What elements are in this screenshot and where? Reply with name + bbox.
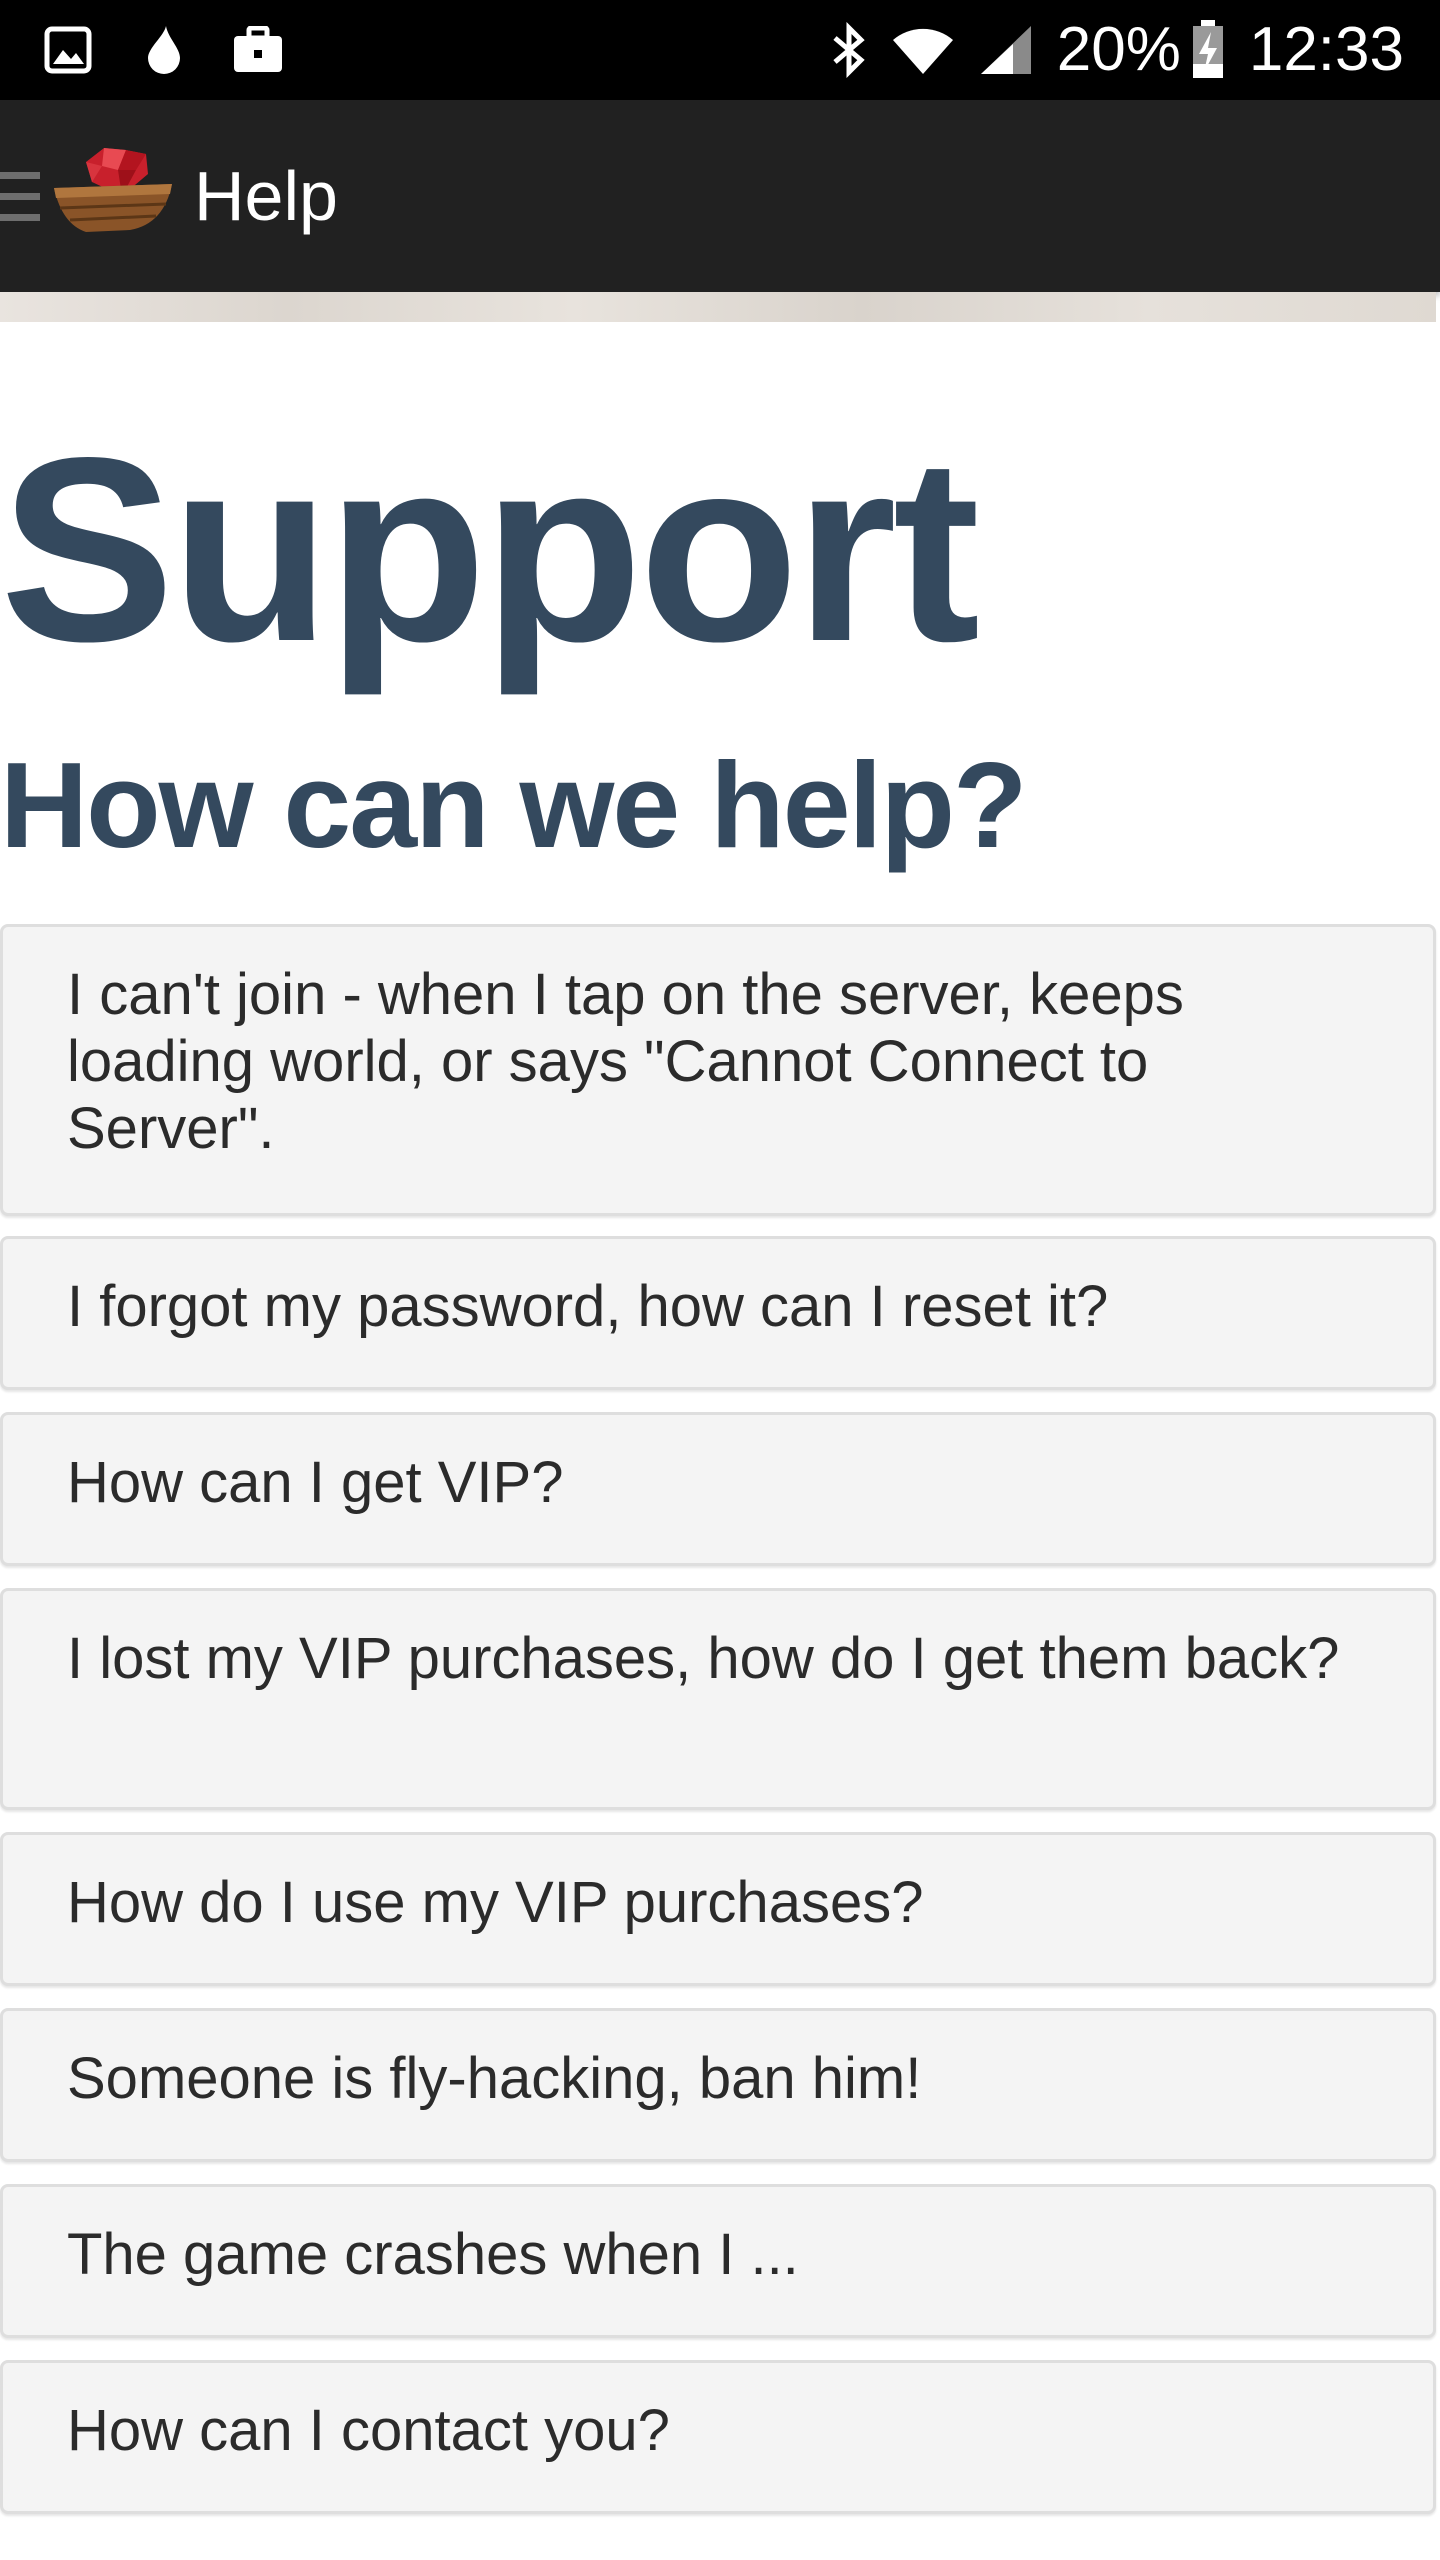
- status-right-group: 20% 12:33: [831, 0, 1404, 100]
- drop-icon: [138, 24, 190, 76]
- battery-charging-icon: [1191, 20, 1225, 80]
- faq-item-contact[interactable]: How can I contact you?: [0, 2360, 1436, 2514]
- faq-item-cannot-join[interactable]: I can't join - when I tap on the server,…: [0, 924, 1436, 1216]
- faq-item-forgot-password[interactable]: I forgot my password, how can I reset it…: [0, 1236, 1436, 1390]
- bluetooth-icon: [831, 22, 867, 78]
- briefcase-icon: [232, 24, 284, 76]
- faq-question: How can I get VIP?: [67, 1450, 564, 1515]
- faq-item-use-vip[interactable]: How do I use my VIP purchases?: [0, 1832, 1436, 1986]
- battery-percent: 20%: [1056, 15, 1181, 84]
- faq-question: How can I contact you?: [67, 2398, 670, 2463]
- wifi-icon: [891, 24, 955, 76]
- faq-item-lost-vip[interactable]: I lost my VIP purchases, how do I get th…: [0, 1588, 1436, 1810]
- faq-item-game-crashes[interactable]: The game crashes when I ...: [0, 2184, 1436, 2338]
- faq-item-get-vip[interactable]: How can I get VIP?: [0, 1412, 1436, 1566]
- app-bar: Help: [0, 100, 1440, 292]
- page-subtitle: How can we help?: [0, 737, 1027, 873]
- faq-item-fly-hacking[interactable]: Someone is fly-hacking, ban him!: [0, 2008, 1436, 2162]
- signal-icon: [979, 24, 1033, 76]
- faq-question: I can't join - when I tap on the server,…: [67, 962, 1184, 1161]
- banner-image: [0, 292, 1436, 322]
- faq-question: The game crashes when I ...: [67, 2222, 799, 2287]
- faq-question: Someone is fly-hacking, ban him!: [67, 2046, 922, 2111]
- status-bar: 20% 12:33: [0, 0, 1440, 100]
- app-logo[interactable]: [52, 144, 174, 244]
- gallery-icon: [42, 24, 94, 76]
- faq-question: How do I use my VIP purchases?: [67, 1870, 924, 1935]
- faq-question: I lost my VIP purchases, how do I get th…: [67, 1626, 1340, 1691]
- app-bar-title: Help: [194, 157, 338, 235]
- faq-question: I forgot my password, how can I reset it…: [67, 1274, 1109, 1339]
- menu-icon[interactable]: [0, 172, 40, 222]
- page-title: Support: [0, 403, 980, 696]
- clock: 12:33: [1248, 15, 1404, 84]
